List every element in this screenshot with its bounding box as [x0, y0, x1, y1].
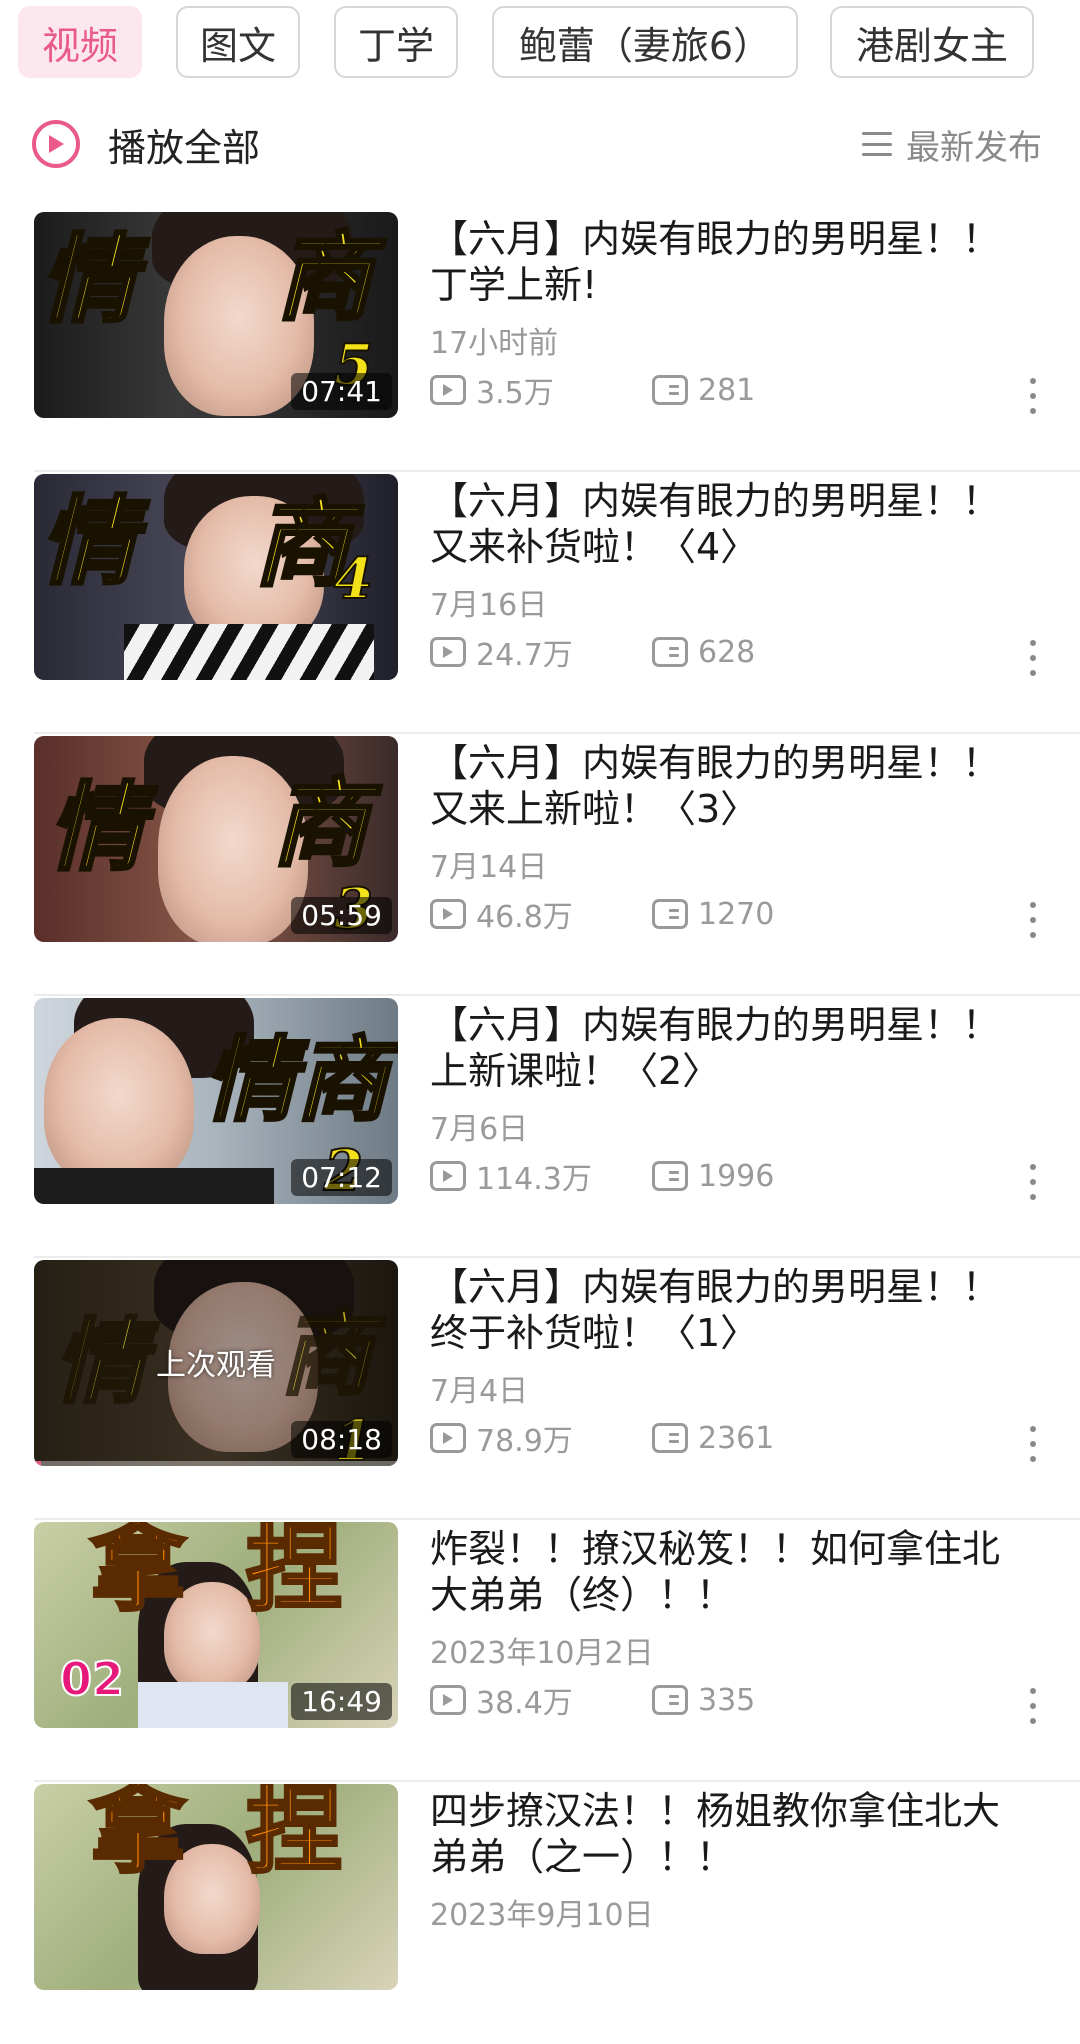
- video-thumbnail[interactable]: 情 商 4: [34, 474, 398, 680]
- comment-count: 335: [698, 1682, 756, 1718]
- video-thumbnail[interactable]: 情 商 1 上次观看 08:18: [34, 1260, 398, 1466]
- video-date: 7月6日: [430, 1112, 529, 1147]
- video-list: 情 商 5 07:41 【六月】内娱有眼力的男明星！！丁学上新! 17小时前 3…: [0, 210, 1080, 2044]
- video-title[interactable]: 【六月】内娱有眼力的男明星！！丁学上新!: [430, 216, 1030, 308]
- video-stats: 78.9万 2361: [430, 1416, 774, 1460]
- video-thumbnail[interactable]: 拿 捏: [34, 1784, 398, 1990]
- category-tabs: 视频 图文 丁学 鲍蕾（妻旅6） 港剧女主: [18, 6, 1080, 78]
- comment-count: 281: [698, 372, 756, 408]
- comment-count-icon: [652, 1685, 688, 1715]
- comment-count-icon: [652, 1161, 688, 1191]
- tab-image-text[interactable]: 图文: [176, 6, 300, 78]
- view-count: 3.5万: [476, 376, 554, 411]
- thumbnail-title-text-2: 捏: [245, 1784, 344, 1886]
- video-title[interactable]: 【六月】内娱有眼力的男明星！！又来补货啦！〈4〉: [430, 478, 1030, 570]
- tab-bao-lei[interactable]: 鲍蕾（妻旅6）: [492, 6, 798, 78]
- thumbnail-title-text-2: 商: [271, 767, 370, 880]
- view-count: 78.9万: [476, 1424, 573, 1459]
- thumbnail-title-text-2: 捏: [245, 1522, 344, 1624]
- video-item[interactable]: 拿 捏 四步撩汉法！！杨姐教你拿住北大弟弟（之一）！！ 2023年9月10日: [0, 1782, 1080, 2044]
- video-stats: 24.7万 628: [430, 630, 755, 674]
- video-date: 7月16日: [430, 588, 548, 623]
- watch-progress-bar: [34, 1461, 398, 1466]
- thumbnail-title-text: 情: [47, 771, 146, 884]
- play-count-icon: [430, 1685, 466, 1715]
- thumbnail-title-text: 拿: [89, 1784, 188, 1886]
- list-icon: [862, 132, 892, 156]
- comment-count-icon: [652, 1423, 688, 1453]
- tab-video[interactable]: 视频: [18, 6, 142, 78]
- more-options-icon[interactable]: [1030, 640, 1036, 676]
- last-watched-label: 上次观看: [156, 1348, 276, 1383]
- comment-count: 1996: [698, 1158, 775, 1194]
- play-all-label: 播放全部: [108, 125, 261, 170]
- thumbnail-title-text: 拿: [89, 1522, 188, 1624]
- view-count: 114.3万: [476, 1162, 592, 1197]
- more-options-icon[interactable]: [1030, 1426, 1036, 1462]
- play-count-icon: [430, 1423, 466, 1453]
- video-date: 2023年10月2日: [430, 1636, 654, 1671]
- episode-number: 02: [59, 1651, 125, 1707]
- more-options-icon[interactable]: [1030, 1688, 1036, 1724]
- play-circle-icon: [32, 120, 80, 168]
- more-options-icon[interactable]: [1030, 902, 1036, 938]
- view-count: 24.7万: [476, 638, 573, 673]
- thumbnail-title-text: 情: [39, 485, 138, 598]
- video-duration: 16:49: [291, 1683, 392, 1720]
- video-date: 7月4日: [430, 1374, 529, 1409]
- video-duration: 08:18: [291, 1421, 392, 1458]
- video-item[interactable]: 拿 捏 02 16:49 炸裂！！撩汉秘笈！！如何拿住北大弟弟（终）！！ 202…: [0, 1520, 1080, 1782]
- comment-count: 628: [698, 634, 756, 670]
- sort-button[interactable]: 最新发布: [862, 118, 1042, 170]
- video-title[interactable]: 炸裂！！撩汉秘笈！！如何拿住北大弟弟（终）！！: [430, 1526, 1030, 1618]
- play-count-icon: [430, 1161, 466, 1191]
- video-duration: 05:59: [291, 897, 392, 934]
- more-options-icon[interactable]: [1030, 1164, 1036, 1200]
- video-thumbnail[interactable]: 情 商 3 05:59: [34, 736, 398, 942]
- play-all-button[interactable]: 播放全部: [32, 110, 260, 178]
- video-duration: 07:41: [291, 373, 392, 410]
- video-thumbnail[interactable]: 拿 捏 02 16:49: [34, 1522, 398, 1728]
- thumbnail-title-text: 情商: [202, 1026, 389, 1134]
- view-count: 38.4万: [476, 1686, 573, 1721]
- video-date: 2023年9月10日: [430, 1898, 654, 1933]
- video-stats: 114.3万 1996: [430, 1154, 774, 1198]
- play-count-icon: [430, 637, 466, 667]
- video-title[interactable]: 【六月】内娱有眼力的男明星！！终于补货啦！〈1〉: [430, 1264, 1030, 1356]
- sort-label: 最新发布: [906, 127, 1042, 168]
- video-duration: 07:12: [291, 1159, 392, 1196]
- video-item[interactable]: 情 商 4 【六月】内娱有眼力的男明星！！又来补货啦！〈4〉 7月16日 24.…: [0, 472, 1080, 734]
- video-item[interactable]: 情 商 3 05:59 【六月】内娱有眼力的男明星！！又来上新啦！〈3〉 7月1…: [0, 734, 1080, 996]
- video-stats: 38.4万 335: [430, 1678, 755, 1722]
- video-title[interactable]: 【六月】内娱有眼力的男明星！！上新课啦！〈2〉: [430, 1002, 1030, 1094]
- tab-hk-drama-actress[interactable]: 港剧女主: [830, 6, 1034, 78]
- more-options-icon[interactable]: [1030, 378, 1036, 414]
- comment-count-icon: [652, 375, 688, 405]
- video-date: 7月14日: [430, 850, 548, 885]
- comment-count: 1270: [698, 896, 775, 932]
- play-count-icon: [430, 375, 466, 405]
- view-count: 46.8万: [476, 900, 573, 935]
- comment-count: 2361: [698, 1420, 775, 1456]
- video-item[interactable]: 情 商 5 07:41 【六月】内娱有眼力的男明星！！丁学上新! 17小时前 3…: [0, 210, 1080, 472]
- thumbnail-title-text-2: 商: [275, 221, 374, 334]
- video-item[interactable]: 情商 2 07:12 【六月】内娱有眼力的男明星！！上新课啦！〈2〉 7月6日 …: [0, 996, 1080, 1258]
- video-thumbnail[interactable]: 情商 2 07:12: [34, 998, 398, 1204]
- video-stats: 46.8万 1270: [430, 892, 774, 936]
- video-item[interactable]: 情 商 1 上次观看 08:18 【六月】内娱有眼力的男明星！！终于补货啦！〈1…: [0, 1258, 1080, 1520]
- comment-count-icon: [652, 899, 688, 929]
- video-title[interactable]: 四步撩汉法！！杨姐教你拿住北大弟弟（之一）！！: [430, 1788, 1030, 1880]
- video-date: 17小时前: [430, 326, 559, 361]
- tab-ding-xue[interactable]: 丁学: [334, 6, 458, 78]
- comment-count-icon: [652, 637, 688, 667]
- thumbnail-title-text: 情: [39, 223, 138, 336]
- video-title[interactable]: 【六月】内娱有眼力的男明星！！又来上新啦！〈3〉: [430, 740, 1030, 832]
- play-count-icon: [430, 899, 466, 929]
- video-stats: 3.5万 281: [430, 368, 755, 412]
- episode-number: 4: [333, 545, 374, 613]
- video-thumbnail[interactable]: 情 商 5 07:41: [34, 212, 398, 418]
